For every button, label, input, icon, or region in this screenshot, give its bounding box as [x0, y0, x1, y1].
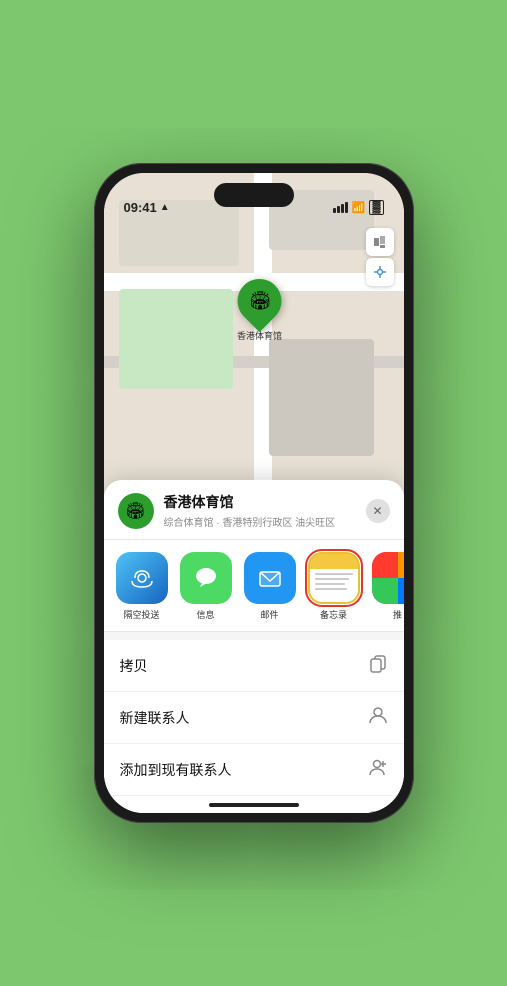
action-new-contact-label: 新建联系人 — [120, 708, 190, 728]
more-icon — [372, 552, 404, 604]
venue-info-row: 🏟 香港体育馆 综合体育馆 · 香港特别行政区 油尖旺区 ✕ — [104, 480, 404, 540]
mail-icon — [244, 552, 296, 604]
venue-sub: 综合体育馆 · 香港特别行政区 油尖旺区 — [164, 514, 356, 529]
map-controls — [366, 228, 394, 286]
venue-name: 香港体育馆 — [164, 492, 356, 512]
action-copy-label: 拷贝 — [120, 656, 148, 676]
pin-icon: 🏟 — [228, 270, 290, 332]
location-button[interactable] — [366, 258, 394, 286]
home-indicator — [209, 803, 299, 807]
battery-icon: ▓ — [369, 200, 383, 215]
dynamic-island — [214, 183, 294, 207]
notes-icon — [308, 552, 360, 604]
share-item-airdrop[interactable]: 隔空投送 — [114, 552, 170, 621]
action-new-contact[interactable]: 新建联系人 — [104, 692, 404, 744]
notes-label: 备忘录 — [320, 608, 347, 621]
action-list: 拷贝 新建联系人 — [104, 640, 404, 813]
status-icons: 📶 ▓ — [333, 200, 384, 215]
mail-label: 邮件 — [260, 608, 278, 621]
messages-label: 信息 — [196, 608, 214, 621]
messages-icon — [180, 552, 232, 604]
map-block-2 — [269, 339, 374, 455]
phone-screen: 09:41 ▲ 📶 ▓ — [104, 173, 404, 813]
map-block-4 — [119, 289, 233, 389]
bottom-sheet: 🏟 香港体育馆 综合体育馆 · 香港特别行政区 油尖旺区 ✕ — [104, 480, 404, 813]
copy-icon — [368, 653, 388, 678]
share-item-more[interactable]: 推 — [370, 552, 404, 621]
share-item-messages[interactable]: 信息 — [178, 552, 234, 621]
share-row: 隔空投送 信息 — [104, 540, 404, 632]
status-time: 09:41 — [124, 200, 157, 215]
action-add-contact[interactable]: 添加到现有联系人 — [104, 744, 404, 796]
share-item-mail[interactable]: 邮件 — [242, 552, 298, 621]
close-button[interactable]: ✕ — [366, 499, 390, 523]
phone-frame: 09:41 ▲ 📶 ▓ — [94, 163, 414, 823]
map-area[interactable]: 南口 🏟 香港体育馆 — [104, 173, 404, 506]
airdrop-label: 隔空投送 — [123, 608, 159, 621]
action-copy[interactable]: 拷贝 — [104, 640, 404, 692]
venue-icon: 🏟 — [118, 493, 154, 529]
airdrop-icon — [116, 552, 168, 604]
share-item-notes[interactable]: 备忘录 — [306, 552, 362, 621]
signal-icon — [333, 202, 348, 213]
location-pin: 🏟 香港体育馆 — [237, 279, 282, 342]
add-contact-icon — [368, 757, 388, 782]
more-label: 推 — [393, 608, 402, 621]
wifi-icon: 📶 — [352, 201, 366, 214]
quick-note-icon — [368, 809, 388, 813]
new-contact-icon — [368, 705, 388, 730]
location-arrow-icon: ▲ — [160, 202, 170, 213]
action-add-contact-label: 添加到现有联系人 — [120, 760, 232, 780]
map-type-button[interactable] — [366, 228, 394, 256]
action-quick-note-label: 添加到新快速备忘录 — [120, 812, 246, 813]
venue-text: 香港体育馆 综合体育馆 · 香港特别行政区 油尖旺区 — [164, 492, 356, 529]
